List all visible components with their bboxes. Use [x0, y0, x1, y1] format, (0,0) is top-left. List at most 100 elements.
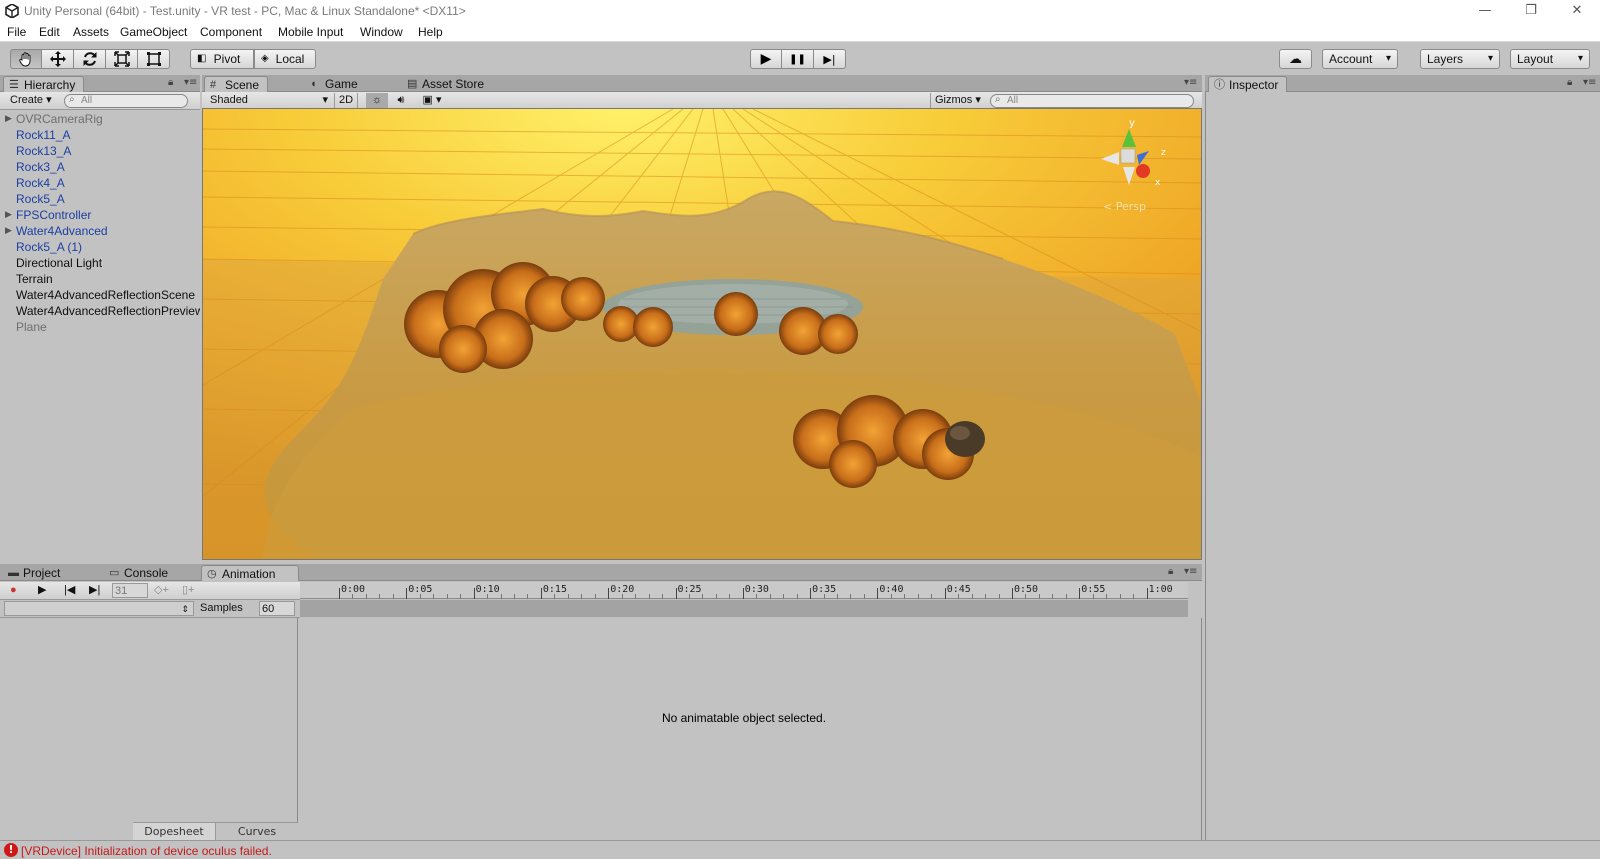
hierarchy-item[interactable]: Water4AdvancedReflectionScene — [16, 288, 200, 302]
menu-bar: File Edit Assets GameObject Component Mo… — [0, 23, 1600, 42]
hierarchy-item[interactable]: Rock13_A — [16, 144, 200, 158]
tab-animation[interactable]: ◷ Animation — [201, 565, 299, 581]
curves-button[interactable]: Curves — [216, 823, 298, 840]
tab-scene[interactable]: # Scene — [204, 76, 269, 92]
timeline-tick-line — [406, 588, 408, 599]
expand-arrow-icon[interactable]: ▶ — [5, 226, 12, 236]
rotate-tool-button[interactable] — [74, 49, 106, 69]
timeline-track[interactable] — [300, 600, 1188, 617]
menu-component[interactable]: Component — [200, 25, 262, 39]
hierarchy-item[interactable]: Rock4_A — [16, 176, 200, 190]
lock-icon[interactable]: 🔒︎ — [1567, 77, 1572, 88]
tab-inspector[interactable]: ⓘ Inspector — [1208, 76, 1288, 92]
frame-field[interactable]: 31 — [112, 583, 148, 598]
samples-field[interactable]: 60 — [259, 601, 295, 616]
timeline-minor-tick — [419, 594, 421, 599]
rect-icon — [146, 52, 161, 66]
tab-project[interactable]: ▬ Project — [3, 565, 68, 581]
cloud-button[interactable]: ☁ — [1279, 49, 1312, 69]
animation-canvas[interactable]: No animatable object selected. — [300, 618, 1202, 840]
panel-menu-icon[interactable]: ▾≡ — [1583, 77, 1596, 88]
projection-label[interactable]: Persp — [1116, 200, 1146, 213]
menu-window[interactable]: Window — [360, 25, 403, 39]
hierarchy-item[interactable]: Plane — [16, 320, 200, 334]
panel-menu-icon[interactable]: ▾≡ — [1184, 566, 1197, 577]
layers-dropdown[interactable]: Layers — [1420, 49, 1500, 69]
hierarchy-item[interactable]: Rock5_A — [16, 192, 200, 206]
hierarchy-item[interactable]: Water4Advanced — [16, 224, 200, 238]
local-toggle[interactable]: ◈ Local — [254, 49, 316, 69]
layout-dropdown[interactable]: Layout — [1510, 49, 1590, 69]
hand-tool-button[interactable] — [10, 49, 42, 69]
gizmos-dropdown[interactable]: Gizmos ▾ — [930, 93, 984, 108]
panel-menu-icon[interactable]: ▾≡ — [184, 77, 197, 88]
menu-edit[interactable]: Edit — [39, 25, 60, 39]
add-event-button[interactable]: ▯+ — [182, 583, 194, 598]
expand-arrow-icon[interactable]: ▶ — [5, 210, 12, 220]
step-button[interactable]: ▶| — [814, 49, 846, 69]
account-dropdown[interactable]: Account — [1322, 49, 1398, 69]
timeline-minor-tick — [769, 594, 771, 599]
pivot-toggle[interactable]: ◧ Pivot — [190, 49, 254, 69]
hierarchy-item[interactable]: Rock5_A (1) — [16, 240, 200, 254]
add-keyframe-button[interactable]: ◇+ — [154, 583, 169, 598]
tab-console[interactable]: ▭ Console — [104, 565, 176, 581]
next-key-button[interactable]: ▶| — [89, 583, 100, 598]
clip-row: ⇕ Samples 60 — [0, 600, 300, 618]
rect-tool-button[interactable] — [138, 49, 170, 69]
hierarchy-search-input[interactable]: All — [64, 94, 188, 108]
status-bar[interactable]: ! [VRDevice] Initialization of device oc… — [0, 840, 1600, 859]
panel-menu-icon[interactable]: ▾≡ — [1184, 77, 1197, 88]
pause-button[interactable]: ❚❚ — [782, 49, 814, 69]
scene-view[interactable]: y z x < Persp — [202, 108, 1202, 560]
menu-gameobject[interactable]: GameObject — [120, 25, 187, 39]
anim-play-button[interactable]: ▶ — [38, 583, 46, 598]
lock-icon[interactable]: 🔒︎ — [1168, 566, 1173, 577]
dopesheet-button[interactable]: Dopesheet — [133, 823, 216, 840]
timeline-minor-tick — [998, 594, 1000, 599]
lighting-toggle[interactable]: ☼ — [366, 93, 388, 108]
hierarchy-item[interactable]: FPSController — [16, 208, 200, 222]
play-button[interactable]: ▶ — [750, 49, 782, 69]
hierarchy-item[interactable]: Terrain — [16, 272, 200, 286]
scale-tool-button[interactable] — [106, 49, 138, 69]
timeline-minor-tick — [1052, 594, 1054, 599]
menu-help[interactable]: Help — [418, 25, 443, 39]
expand-arrow-icon[interactable]: ▶ — [5, 114, 12, 124]
prev-key-button[interactable]: |◀ — [64, 583, 75, 598]
clip-dropdown[interactable]: ⇕ — [4, 601, 194, 616]
hierarchy-tabbar: ☰ Hierarchy 🔒︎ ▾≡ — [0, 75, 200, 92]
pivot-icon: ◧ — [197, 53, 207, 64]
effects-dropdown[interactable]: ▣ ▾ — [416, 93, 448, 108]
close-button[interactable]: ✕ — [1554, 0, 1600, 23]
menu-file[interactable]: File — [7, 25, 26, 39]
lock-icon[interactable]: 🔒︎ — [168, 77, 173, 88]
hierarchy-item[interactable]: OVRCameraRig — [16, 112, 200, 126]
minimize-button[interactable]: — — [1462, 0, 1508, 23]
tab-game[interactable]: ◖ Game — [305, 76, 366, 92]
rotate-icon — [83, 52, 96, 66]
timeline-minor-tick — [487, 594, 489, 599]
menu-assets[interactable]: Assets — [73, 25, 109, 39]
hierarchy-item[interactable]: Directional Light — [16, 256, 200, 270]
tab-hierarchy[interactable]: ☰ Hierarchy — [3, 76, 85, 92]
hierarchy-item[interactable]: Rock11_A — [16, 128, 200, 142]
shading-mode-dropdown[interactable]: Shaded ▾ — [210, 93, 328, 108]
timeline-ruler[interactable]: 0:00 0:05 0:10 0:15 0:20 0:25 0:30 0:35 0:40 0:45… — [300, 582, 1188, 599]
record-button[interactable]: ● — [10, 583, 17, 598]
move-tool-button[interactable] — [42, 49, 74, 69]
hierarchy-item[interactable]: Water4AdvancedReflectionPreview — [16, 304, 200, 318]
scene-search-input[interactable]: All — [990, 94, 1194, 108]
timeline-minor-tick — [446, 594, 448, 599]
hierarchy-item[interactable]: Rock3_A — [16, 160, 200, 174]
error-icon: ! — [4, 843, 18, 857]
create-dropdown[interactable]: Create ▾ — [10, 93, 52, 108]
menu-mobile-input[interactable]: Mobile Input — [278, 25, 343, 39]
timeline-minor-tick — [931, 594, 933, 599]
restore-button[interactable]: ❐ — [1508, 0, 1554, 23]
local-icon: ◈ — [261, 53, 269, 64]
2d-toggle[interactable]: 2D — [334, 93, 359, 108]
tab-animation-label: Animation — [222, 567, 276, 581]
audio-toggle[interactable]: 🔊︎ — [390, 93, 412, 108]
tab-asset-store[interactable]: ▤ Asset Store — [402, 76, 492, 92]
